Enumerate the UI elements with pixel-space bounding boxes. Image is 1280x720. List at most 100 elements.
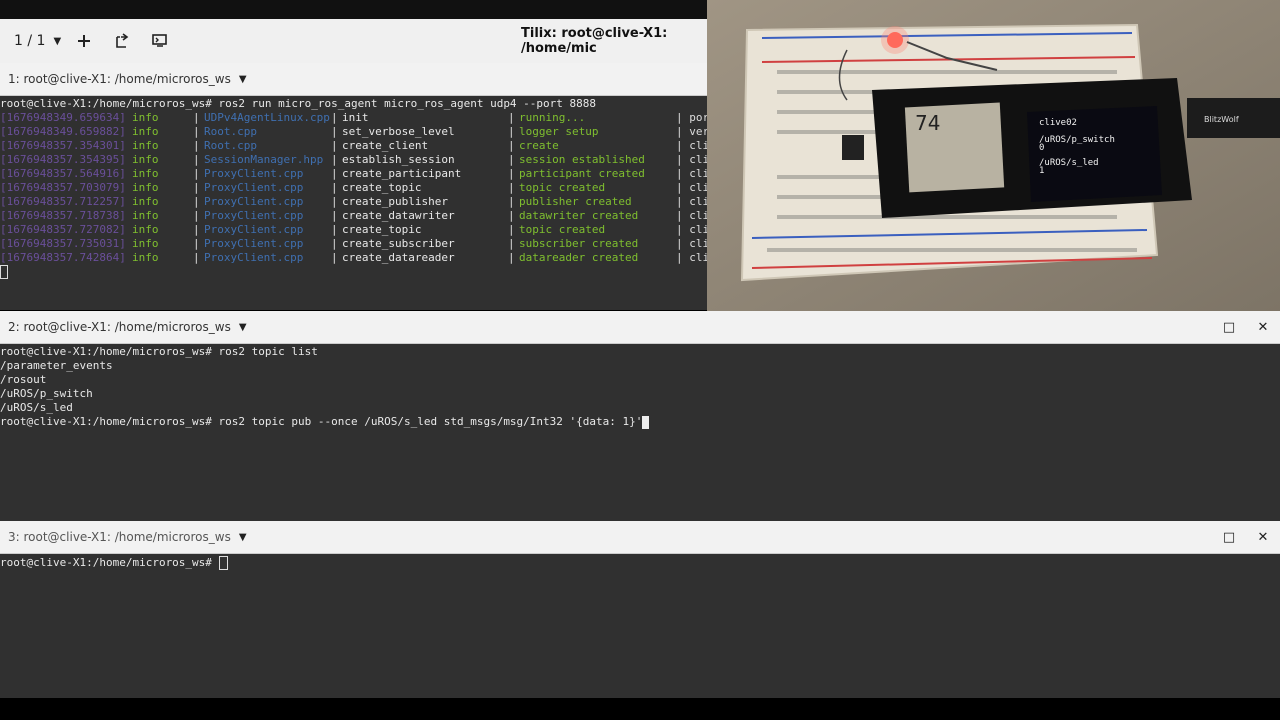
- log-file: Root.cpp: [204, 125, 257, 138]
- pane-2-titlebar[interactable]: 2: root@clive-X1: /home/microros_ws ▼ □ …: [0, 311, 1280, 344]
- terminal-line-text: /uROS/s_led: [0, 401, 73, 414]
- log-msg: topic created: [519, 181, 606, 194]
- column-separator: |: [331, 125, 338, 138]
- pane-3-terminal[interactable]: root@clive-X1:/home/microros_ws#: [0, 554, 1280, 698]
- add-session-button[interactable]: [74, 19, 94, 63]
- log-fn: create_subscriber: [342, 237, 455, 250]
- log-level: info: [132, 251, 159, 264]
- command-line: root@clive-X1:/home/microros_ws# ros2 ru…: [0, 97, 597, 110]
- close-icon: ✕: [1257, 319, 1269, 335]
- column-separator: |: [193, 125, 200, 138]
- chevron-down-icon[interactable]: ▼: [239, 74, 247, 85]
- close-pane-2-button[interactable]: ✕: [1251, 311, 1275, 343]
- log-level: info: [132, 125, 159, 138]
- chevron-down-icon[interactable]: ▼: [239, 322, 247, 333]
- pane-3-titlebar[interactable]: 3: root@clive-X1: /home/microros_ws ▼ □ …: [0, 521, 1280, 554]
- oled-line: /uROS/s_led: [1039, 158, 1099, 168]
- desktop-bottom-strip: [0, 698, 1280, 720]
- column-separator: |: [193, 223, 200, 236]
- chevron-down-icon[interactable]: ▼: [239, 532, 247, 543]
- log-level: info: [132, 153, 159, 166]
- log-level: info: [132, 209, 159, 222]
- terminal-line-text: /rosout: [0, 373, 47, 386]
- pane-3-title: 3: root@clive-X1: /home/microros_ws: [8, 530, 231, 544]
- log-fn: create_participant: [342, 167, 462, 180]
- hardware-photo: 74 clive02/uROS/p_switch 0/uROS/s_led 1 Bl…: [707, 0, 1280, 315]
- log-ts: [1676948357.742864]: [0, 251, 126, 264]
- terminal-output: root@clive-X1:/home/microros_ws# ros2 to…: [0, 345, 1280, 429]
- terminal-line-text: /uROS/p_switch: [0, 387, 93, 400]
- text-cursor: [218, 556, 228, 570]
- prompt-text: root@clive-X1:/home/microros_ws#: [0, 556, 219, 569]
- column-separator: |: [331, 139, 338, 152]
- log-fn: init: [342, 111, 369, 124]
- log-output: [1676948349.659634] info UDPv4AgentLinux.c…: [0, 111, 708, 265]
- log-fn: create_datawriter: [342, 209, 455, 222]
- log-file: ProxyClient.cpp: [204, 223, 304, 236]
- log-file: ProxyClient.cpp: [204, 181, 304, 194]
- column-separator: |: [193, 195, 200, 208]
- sync-input-button[interactable]: [150, 19, 170, 63]
- log-file: UDPv4AgentLinux.cpp: [204, 111, 330, 124]
- pane-1-terminal[interactable]: root@clive-X1:/home/microros_ws# ros2 ru…: [0, 96, 708, 310]
- log-msg: create: [519, 139, 559, 152]
- log-level: info: [132, 111, 159, 124]
- log-fn: create_client: [342, 139, 429, 152]
- prompt-line: root@clive-X1:/home/microros_ws#: [0, 556, 1280, 570]
- column-separator: |: [193, 139, 200, 152]
- column-separator: |: [508, 181, 515, 194]
- log-ts: [1676948357.712257]: [0, 195, 126, 208]
- log-row: [1676948357.727082] info ProxyClient.cpp cr…: [0, 223, 708, 237]
- column-separator: |: [193, 209, 200, 222]
- log-tail: | clie: [676, 209, 708, 222]
- detach-session-button[interactable]: [112, 19, 132, 63]
- column-separator: |: [331, 195, 338, 208]
- log-level: info: [132, 167, 159, 180]
- column-separator: |: [193, 153, 200, 166]
- maximize-pane-3-button[interactable]: □: [1217, 521, 1241, 553]
- column-separator: |: [508, 209, 515, 222]
- log-ts: [1676948357.703079]: [0, 181, 126, 194]
- log-fn: create_topic: [342, 223, 422, 236]
- log-level: info: [132, 139, 159, 152]
- column-separator: |: [193, 251, 200, 264]
- column-separator: |: [508, 167, 515, 180]
- chevron-down-icon: ▼: [53, 35, 62, 47]
- log-row: [1676948349.659634] info UDPv4AgentLinux.c…: [0, 111, 708, 125]
- log-row: [1676948357.703079] info ProxyClient.cpp cr…: [0, 181, 708, 195]
- log-row: [1676948357.718738] info ProxyClient.cpp cr…: [0, 209, 708, 223]
- terminal-line: /rosout: [0, 373, 1280, 387]
- terminal-line-text: root@clive-X1:/home/microros_ws# ros2 to…: [0, 415, 643, 428]
- log-msg: datareader created: [519, 251, 639, 264]
- log-row: [1676948357.354301] info Root.cpp create_cl…: [0, 139, 708, 153]
- log-fn: create_topic: [342, 181, 422, 194]
- log-ts: [1676948357.354395]: [0, 153, 126, 166]
- log-tail: | clie: [676, 153, 708, 166]
- maximize-pane-2-button[interactable]: □: [1217, 311, 1241, 343]
- close-pane-3-button[interactable]: ✕: [1251, 521, 1275, 553]
- log-file: Root.cpp: [204, 139, 257, 152]
- log-level: info: [132, 181, 159, 194]
- oled-line: 1: [1039, 166, 1044, 176]
- pane-2-terminal[interactable]: root@clive-X1:/home/microros_ws# ros2 to…: [0, 344, 1280, 521]
- pane-2-title: 2: root@clive-X1: /home/microros_ws: [8, 320, 231, 334]
- window-title: Tilix: root@clive-X1: /home/mic: [521, 26, 668, 56]
- pane-1-titlebar[interactable]: 1: root@clive-X1: /home/microros_ws ▼: [0, 63, 708, 96]
- log-file: ProxyClient.cpp: [204, 195, 304, 208]
- maximize-icon: □: [1222, 529, 1236, 545]
- log-ts: [1676948357.718738]: [0, 209, 126, 222]
- log-fn: establish_session: [342, 153, 455, 166]
- column-separator: |: [331, 167, 338, 180]
- terminal-line: /uROS/p_switch: [0, 387, 1280, 401]
- column-separator: |: [508, 111, 515, 124]
- plus-icon: [78, 35, 90, 47]
- log-tail: | clie: [676, 223, 708, 236]
- terminal-cursor: [0, 265, 708, 279]
- log-ts: [1676948349.659634]: [0, 111, 126, 124]
- log-level: info: [132, 195, 159, 208]
- column-separator: |: [331, 181, 338, 194]
- log-msg: logger setup: [519, 125, 599, 138]
- log-tail: | clie: [676, 195, 708, 208]
- column-separator: |: [508, 125, 515, 138]
- session-switcher[interactable]: 1 / 1 ▼: [14, 19, 61, 63]
